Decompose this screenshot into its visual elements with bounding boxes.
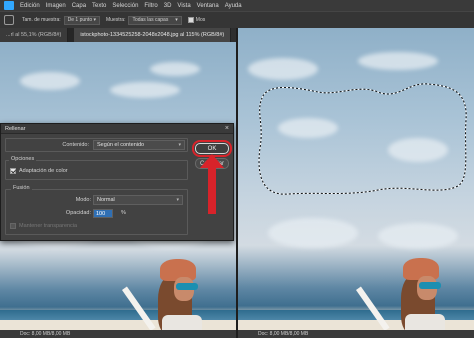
menu-item-ayuda[interactable]: Ayuda [225, 3, 242, 9]
tab-label: istockphoto-1334525258-2048x2048.jpg al … [80, 32, 225, 38]
woman-figure [150, 257, 220, 330]
blending-group-label: Fusión [11, 185, 32, 191]
chevron-down-icon: ▾ [176, 197, 179, 203]
photo-canvas-right[interactable] [238, 28, 474, 330]
white-top [162, 315, 202, 330]
content-value: Según el contenido [97, 142, 145, 148]
cloud [150, 62, 200, 76]
menu-item-capa[interactable]: Capa [72, 3, 86, 9]
opacity-unit: % [121, 210, 126, 216]
menu-item-texto[interactable]: Texto [92, 3, 106, 9]
document-tab-2[interactable]: istockphoto-1334525258-2048x2048.jpg al … [74, 28, 232, 42]
menu-item-imagen[interactable]: Imagen [46, 3, 66, 9]
menu-item-vista[interactable]: Vista [177, 3, 190, 9]
color-adaptation-checkbox[interactable] [10, 168, 16, 174]
menu-item-seleccion[interactable]: Selección [112, 3, 138, 9]
left-document-window: ...rl al 55,1% (RGB/8#) istockphoto-1334… [0, 28, 236, 338]
mode-dropdown[interactable]: Normal ▾ [93, 195, 183, 205]
doc-size-right: Doc: 8,00 MB/8,00 MB [258, 331, 309, 337]
doc-size-left: Doc: 8,00 MB/8,00 MB [20, 331, 71, 337]
sample-select[interactable]: Todas las capas ▾ [128, 15, 182, 25]
content-dropdown[interactable]: Según el contenido ▾ [93, 140, 185, 150]
preserve-transparency-label: Mantener transparencia [19, 223, 78, 229]
right-document-window: Doc: 8,00 MB/8,00 MB [238, 28, 474, 338]
status-bar-right: Doc: 8,00 MB/8,00 MB [238, 330, 474, 338]
tab-label: ...rl al 55,1% (RGB/8#) [6, 32, 62, 38]
content-label: Contenido: [62, 142, 89, 148]
photoshop-logo-icon[interactable] [4, 1, 14, 10]
options-group-label: Opciones [9, 156, 37, 162]
status-bar-left: Doc: 8,00 MB/8,00 MB [0, 330, 236, 338]
sample-value: Todas las capas [132, 17, 169, 23]
dialog-titlebar: Rellenar × [1, 124, 233, 134]
mode-label: Modo: [75, 197, 91, 203]
menu-item-edicion[interactable]: Edición [20, 3, 40, 9]
dialog-title: Rellenar [5, 125, 26, 132]
cloud [20, 72, 80, 90]
options-bar: Tam. de muestra: De 1 punto ▾ Muestra: T… [0, 11, 474, 28]
opacity-input[interactable]: 100 [93, 209, 113, 218]
eyedropper-tool-icon[interactable] [4, 15, 14, 25]
sample-label: Muestra: [106, 17, 126, 23]
close-icon[interactable]: × [225, 125, 229, 132]
preserve-transparency-checkbox[interactable] [10, 223, 16, 229]
menu-bar: Edición Imagen Capa Texto Selección Filt… [0, 0, 474, 11]
sunglasses [176, 283, 198, 290]
mode-value: Normal [97, 197, 115, 203]
show-ring-checkbox[interactable] [187, 17, 194, 23]
menu-item-ventana[interactable]: Ventana [197, 3, 219, 9]
cloud [110, 82, 180, 98]
opacity-label: Opacidad: [65, 210, 91, 216]
menu-item-3d[interactable]: 3D [164, 3, 172, 9]
sample-size-label: Tam. de muestra: [22, 17, 61, 23]
sample-size-select[interactable]: De 1 punto ▾ [63, 15, 101, 25]
document-tab-bar: ...rl al 55,1% (RGB/8#) istockphoto-1334… [0, 28, 236, 42]
menu-item-filtro[interactable]: Filtro [144, 3, 157, 9]
selection-marquee[interactable] [238, 28, 474, 330]
show-ring-label: Mos [195, 17, 206, 23]
document-tab-1[interactable]: ...rl al 55,1% (RGB/8#) [0, 28, 69, 42]
annotation-arrow-icon [200, 154, 224, 214]
chevron-down-icon: ▾ [178, 142, 181, 148]
sample-size-value: De 1 punto [67, 17, 93, 23]
color-adaptation-label[interactable]: Adaptación de color [19, 168, 68, 174]
